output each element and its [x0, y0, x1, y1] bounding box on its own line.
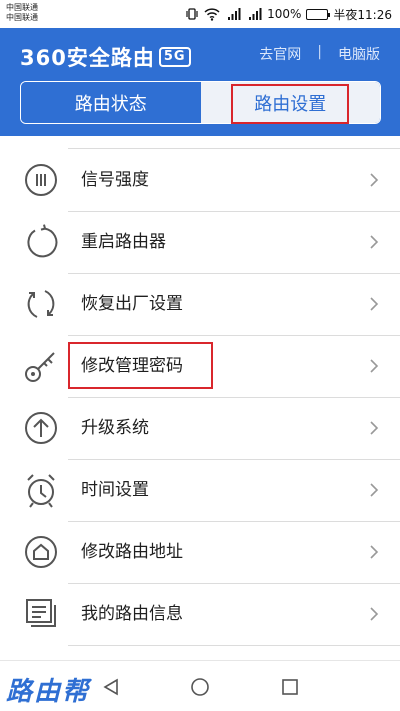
official-site-link[interactable]: 去官网	[259, 44, 301, 64]
highlight-box-settings-tab	[231, 84, 349, 124]
chevron-right-icon	[370, 359, 379, 373]
menu-item-restart-router[interactable]: 重启路由器	[0, 211, 400, 273]
cell-signal-icon-2	[246, 7, 262, 21]
menu-item-label: 我的路由信息	[81, 604, 183, 624]
header-link-divider: |	[317, 44, 322, 60]
chevron-right-icon	[370, 173, 379, 187]
desktop-version-link[interactable]: 电脑版	[338, 44, 380, 64]
battery-percent: 100%	[267, 7, 302, 21]
watermark-text: 路由帮	[6, 677, 91, 707]
upgrade-icon	[23, 410, 59, 446]
highlight-box-password-item	[68, 342, 213, 389]
clock: 半夜11:26	[333, 7, 392, 22]
cell-signal-icon-1	[225, 7, 241, 21]
menu-item-label: 时间设置	[81, 480, 149, 500]
tab-router-status[interactable]: 路由状态	[21, 82, 201, 123]
back-icon[interactable]	[101, 677, 121, 697]
menu-item-change-router-address[interactable]: 修改路由地址	[0, 521, 400, 583]
wifi-icon	[204, 7, 220, 21]
chevron-right-icon	[370, 483, 379, 497]
chevron-right-icon	[370, 607, 379, 621]
app-logo: 360安全路由 5G	[20, 42, 191, 72]
chevron-right-icon	[370, 297, 379, 311]
battery-icon	[306, 8, 331, 20]
status-indicators: 100% 半夜11:26	[185, 5, 392, 23]
menu-item-time-settings[interactable]: 时间设置	[0, 459, 400, 521]
system-nav-bar: 路由帮	[0, 660, 400, 711]
recent-apps-icon[interactable]	[280, 677, 300, 697]
factory-reset-icon	[23, 286, 59, 322]
alarm-clock-icon	[23, 472, 59, 508]
menu-item-label: 升级系统	[81, 418, 149, 438]
home-icon[interactable]	[190, 677, 210, 697]
signal-strength-icon	[23, 162, 59, 198]
menu-item-label: 修改路由地址	[81, 542, 183, 562]
menu-item-label: 信号强度	[81, 170, 149, 190]
menu-item-signal-strength[interactable]: 信号强度	[0, 149, 400, 211]
logo-5g-badge: 5G	[158, 47, 191, 67]
menu-item-factory-reset[interactable]: 恢复出厂设置	[0, 273, 400, 335]
menu-item-upgrade-system[interactable]: 升级系统	[0, 397, 400, 459]
header-links: 去官网 | 电脑版	[259, 44, 380, 64]
menu-item-label: 重启路由器	[81, 232, 166, 252]
restart-icon	[23, 224, 59, 260]
carrier-labels: 中国联通 中国联通	[6, 3, 38, 23]
logo-text: 360安全路由	[20, 46, 155, 70]
chevron-right-icon	[370, 545, 379, 559]
settings-menu: 信号强度 重启路由器 恢复出厂设置 修改管理密码 升级系统 时间设置 修改路由地…	[0, 136, 400, 660]
vibrate-icon	[185, 7, 199, 21]
home-address-icon	[23, 534, 59, 570]
menu-item-label: 恢复出厂设置	[81, 294, 183, 314]
carrier-2: 中国联通	[6, 13, 38, 22]
menu-item-partial[interactable]	[0, 646, 400, 660]
status-bar: 中国联通 中国联通 100% 半夜11:26	[0, 0, 400, 28]
menu-item-my-router-info[interactable]: 我的路由信息	[0, 583, 400, 645]
router-info-icon	[23, 596, 59, 632]
chevron-right-icon	[370, 421, 379, 435]
key-icon	[23, 348, 59, 384]
chevron-right-icon	[370, 235, 379, 249]
carrier-1: 中国联通	[6, 3, 38, 12]
